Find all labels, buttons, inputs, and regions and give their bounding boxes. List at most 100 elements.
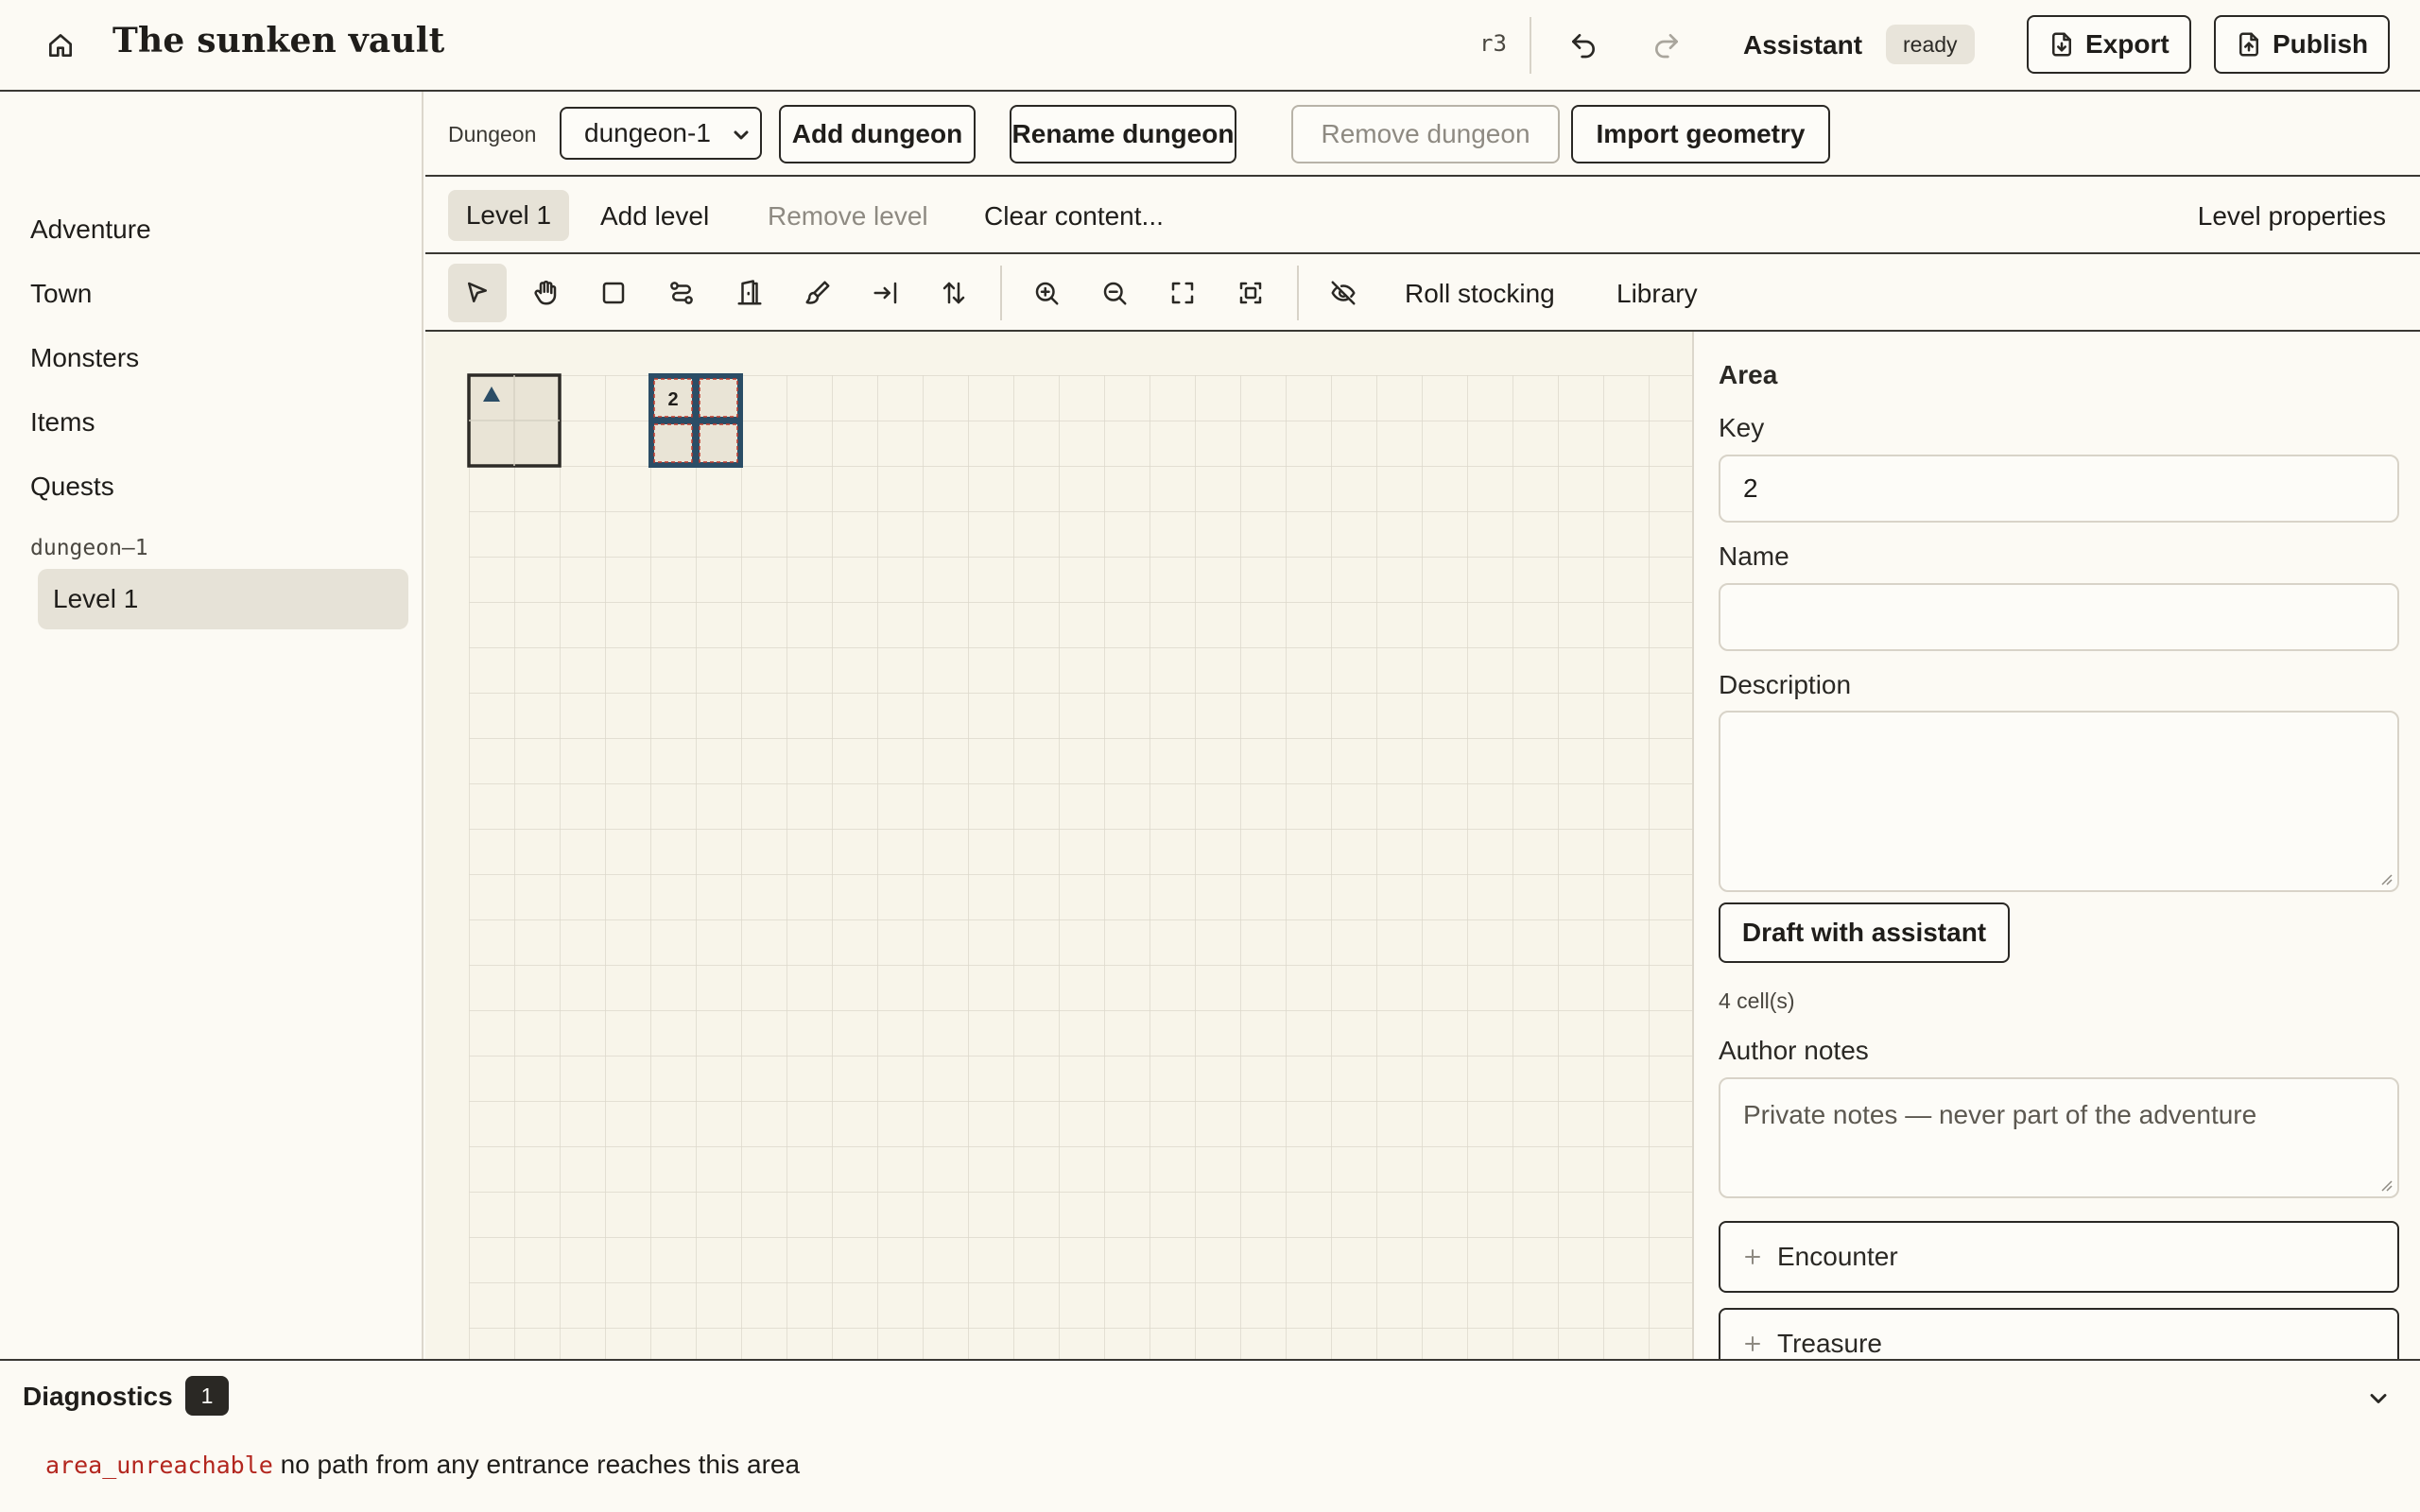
- diagnostics-toggle-button[interactable]: [2360, 1380, 2397, 1418]
- focus-selection-icon: [1239, 282, 1262, 304]
- roll-stocking-button[interactable]: Roll stocking: [1405, 279, 1555, 309]
- undo-icon: [1572, 34, 1595, 59]
- assistant-label[interactable]: Assistant: [1743, 30, 1862, 60]
- author-notes-placeholder: Private notes — never part of the advent…: [1743, 1100, 2257, 1129]
- file-upload-icon: [2239, 32, 2258, 57]
- export-label: Export: [2085, 29, 2169, 59]
- select-tool[interactable]: [448, 264, 507, 322]
- diagnostic-item[interactable]: area_unreachable no path from any entran…: [45, 1450, 800, 1480]
- description-textarea[interactable]: [1719, 711, 2399, 892]
- sidebar-group-dungeon: dungeon–1: [30, 536, 148, 560]
- redo-button[interactable]: [1648, 26, 1685, 64]
- door-tool[interactable]: [720, 264, 779, 322]
- dungeon-select[interactable]: dungeon-1: [560, 107, 762, 160]
- undo-button[interactable]: [1564, 26, 1602, 64]
- key-input[interactable]: 2: [1719, 455, 2399, 523]
- tool-bar: Roll stocking Library: [425, 254, 2420, 332]
- eye-off-icon: [1331, 281, 1356, 305]
- redo-icon: [1655, 34, 1678, 59]
- corridor-icon: [670, 282, 693, 304]
- room-2-selected[interactable]: 2: [648, 373, 743, 468]
- dungeon-label: Dungeon: [448, 122, 537, 146]
- dungeon-bar: Dungeon dungeon-1 Add dungeon Rename dun…: [425, 92, 2420, 177]
- name-label: Name: [1719, 541, 1789, 571]
- diagnostics-panel: Diagnostics 1 area_unreachable no path f…: [0, 1359, 2420, 1512]
- cell-count: 4 cell(s): [1719, 988, 1795, 1013]
- add-level-button[interactable]: Add level: [600, 201, 709, 232]
- app-title: The sunken vault: [112, 21, 445, 60]
- entrance-tool[interactable]: [856, 264, 915, 322]
- home-icon: [49, 34, 72, 57]
- diagnostics-title[interactable]: Diagnostics: [23, 1382, 173, 1412]
- zoom-in-button[interactable]: [1017, 264, 1076, 322]
- area-cell: [699, 378, 738, 418]
- diagnostic-code: area_unreachable: [45, 1452, 273, 1479]
- revision-label: r3: [1479, 30, 1507, 57]
- home-button[interactable]: [42, 28, 79, 62]
- author-notes-textarea[interactable]: Private notes — never part of the advent…: [1719, 1077, 2399, 1198]
- plus-icon: [1745, 1336, 1760, 1351]
- publish-button[interactable]: Publish: [2214, 15, 2390, 74]
- level-properties-button[interactable]: Level properties: [2198, 201, 2386, 232]
- zoom-in-icon: [1035, 282, 1059, 305]
- fit-view-icon: [1171, 282, 1194, 304]
- tab-level-1[interactable]: Level 1: [448, 190, 569, 241]
- focus-selection-button[interactable]: [1221, 264, 1280, 322]
- pan-tool[interactable]: [516, 264, 575, 322]
- entrance-icon: [873, 282, 897, 304]
- room-1[interactable]: [467, 373, 562, 468]
- dungeon-select-value: dungeon-1: [584, 118, 711, 147]
- sidebar-item-quests[interactable]: Quests: [30, 472, 114, 502]
- remove-dungeon-button[interactable]: Remove dungeon: [1291, 105, 1560, 163]
- draft-with-assistant-button[interactable]: Draft with assistant: [1719, 902, 2010, 963]
- add-treasure-button[interactable]: Treasure: [1719, 1308, 2399, 1359]
- resize-grip-icon[interactable]: [2378, 871, 2394, 886]
- sidebar-item-adventure[interactable]: Adventure: [30, 215, 151, 245]
- resize-grip-icon[interactable]: [2378, 1177, 2394, 1193]
- app-header: The sunken vault r3 Assistant ready Expo…: [0, 0, 2420, 92]
- zoom-out-button[interactable]: [1085, 264, 1144, 322]
- area-cell: [699, 423, 738, 463]
- sidebar-item-monsters[interactable]: Monsters: [30, 343, 139, 373]
- map-canvas[interactable]: 2: [425, 332, 1692, 1359]
- add-dungeon-button[interactable]: Add dungeon: [779, 105, 976, 163]
- rectangle-icon: [602, 282, 625, 304]
- sidebar-item-level-1[interactable]: Level 1: [38, 569, 408, 629]
- fit-view-button[interactable]: [1153, 264, 1212, 322]
- select-icon: [468, 282, 487, 302]
- toolbar-divider: [1297, 266, 1299, 320]
- chevron-down-icon: [734, 130, 749, 140]
- sidebar-item-town[interactable]: Town: [30, 279, 92, 309]
- file-download-icon: [2052, 32, 2071, 57]
- stairs-icon: [942, 282, 965, 304]
- export-button[interactable]: Export: [2027, 15, 2191, 74]
- zoom-out-icon: [1103, 282, 1127, 305]
- library-button[interactable]: Library: [1616, 279, 1698, 309]
- paint-tool[interactable]: [788, 264, 847, 322]
- corridor-tool[interactable]: [652, 264, 711, 322]
- paint-icon: [805, 281, 830, 304]
- clear-content-button[interactable]: Clear content...: [984, 201, 1164, 232]
- area-cell: [653, 423, 693, 463]
- door-icon: [737, 280, 762, 305]
- add-encounter-button[interactable]: Encounter: [1719, 1221, 2399, 1293]
- visibility-toggle-button[interactable]: [1314, 264, 1373, 322]
- stairs-tool[interactable]: [925, 264, 983, 322]
- author-notes-label: Author notes: [1719, 1036, 1869, 1065]
- remove-level-button[interactable]: Remove level: [768, 201, 928, 232]
- grid-pattern: [469, 375, 1692, 1359]
- publish-label: Publish: [2273, 29, 2369, 59]
- area-inspector: Area Key 2 Name Description Draft with a…: [1692, 332, 2420, 1359]
- header-divider: [1530, 17, 1531, 74]
- room-tool[interactable]: [584, 264, 643, 322]
- area-key-label: 2: [667, 389, 678, 410]
- name-input[interactable]: [1719, 583, 2399, 651]
- description-label: Description: [1719, 670, 1852, 699]
- assistant-status-badge: ready: [1886, 25, 1975, 64]
- rename-dungeon-button[interactable]: Rename dungeon: [1010, 105, 1236, 163]
- map-grid[interactable]: 2: [425, 332, 1692, 1359]
- import-geometry-button[interactable]: Import geometry: [1571, 105, 1830, 163]
- treasure-label: Treasure: [1777, 1329, 1883, 1358]
- diagnostics-count-badge: 1: [185, 1376, 229, 1416]
- sidebar-item-items[interactable]: Items: [30, 407, 95, 438]
